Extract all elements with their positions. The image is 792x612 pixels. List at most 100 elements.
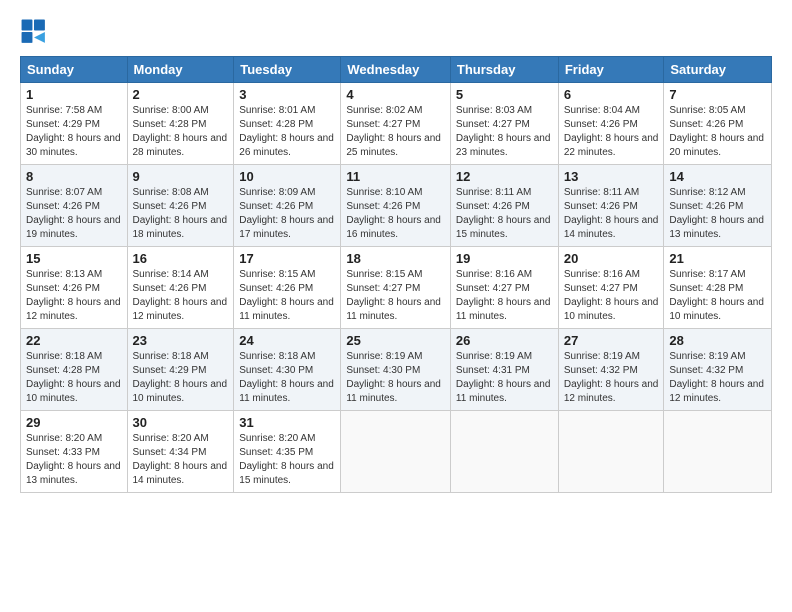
- day-number: 9: [133, 169, 229, 184]
- calendar-cell: 8 Sunrise: 8:07 AM Sunset: 4:26 PM Dayli…: [21, 165, 128, 247]
- day-number: 30: [133, 415, 229, 430]
- day-info: Sunrise: 8:09 AM Sunset: 4:26 PM Dayligh…: [239, 186, 335, 242]
- calendar-cell: 17 Sunrise: 8:15 AM Sunset: 4:26 PM Dayl…: [234, 247, 341, 329]
- calendar-cell: 3 Sunrise: 8:01 AM Sunset: 4:28 PM Dayli…: [234, 83, 341, 165]
- calendar-cell: 9 Sunrise: 8:08 AM Sunset: 4:26 PM Dayli…: [127, 165, 234, 247]
- calendar-week-row: 29 Sunrise: 8:20 AM Sunset: 4:33 PM Dayl…: [21, 411, 772, 493]
- calendar-week-row: 15 Sunrise: 8:13 AM Sunset: 4:26 PM Dayl…: [21, 247, 772, 329]
- day-number: 4: [346, 87, 445, 102]
- day-info: Sunrise: 8:10 AM Sunset: 4:26 PM Dayligh…: [346, 186, 445, 242]
- weekday-header: Monday: [127, 57, 234, 83]
- day-info: Sunrise: 8:15 AM Sunset: 4:26 PM Dayligh…: [239, 268, 335, 324]
- day-info: Sunrise: 8:18 AM Sunset: 4:30 PM Dayligh…: [239, 350, 335, 406]
- day-number: 22: [26, 333, 122, 348]
- calendar-cell: 14 Sunrise: 8:12 AM Sunset: 4:26 PM Dayl…: [664, 165, 772, 247]
- calendar-cell: 27 Sunrise: 8:19 AM Sunset: 4:32 PM Dayl…: [558, 329, 664, 411]
- calendar-table: SundayMondayTuesdayWednesdayThursdayFrid…: [20, 56, 772, 493]
- day-number: 10: [239, 169, 335, 184]
- day-number: 23: [133, 333, 229, 348]
- day-number: 26: [456, 333, 553, 348]
- day-info: Sunrise: 8:13 AM Sunset: 4:26 PM Dayligh…: [26, 268, 122, 324]
- calendar-cell: 20 Sunrise: 8:16 AM Sunset: 4:27 PM Dayl…: [558, 247, 664, 329]
- day-number: 5: [456, 87, 553, 102]
- calendar-cell: 22 Sunrise: 8:18 AM Sunset: 4:28 PM Dayl…: [21, 329, 128, 411]
- calendar-cell: [664, 411, 772, 493]
- day-number: 18: [346, 251, 445, 266]
- calendar-cell: 28 Sunrise: 8:19 AM Sunset: 4:32 PM Dayl…: [664, 329, 772, 411]
- calendar-cell: 4 Sunrise: 8:02 AM Sunset: 4:27 PM Dayli…: [341, 83, 451, 165]
- logo: [20, 18, 52, 46]
- calendar-cell: 19 Sunrise: 8:16 AM Sunset: 4:27 PM Dayl…: [450, 247, 558, 329]
- calendar-cell: 25 Sunrise: 8:19 AM Sunset: 4:30 PM Dayl…: [341, 329, 451, 411]
- calendar-cell: 16 Sunrise: 8:14 AM Sunset: 4:26 PM Dayl…: [127, 247, 234, 329]
- day-info: Sunrise: 8:19 AM Sunset: 4:32 PM Dayligh…: [564, 350, 659, 406]
- weekday-header: Tuesday: [234, 57, 341, 83]
- day-number: 31: [239, 415, 335, 430]
- day-info: Sunrise: 8:03 AM Sunset: 4:27 PM Dayligh…: [456, 104, 553, 160]
- day-info: Sunrise: 8:16 AM Sunset: 4:27 PM Dayligh…: [456, 268, 553, 324]
- day-info: Sunrise: 8:12 AM Sunset: 4:26 PM Dayligh…: [669, 186, 766, 242]
- day-number: 28: [669, 333, 766, 348]
- page-container: SundayMondayTuesdayWednesdayThursdayFrid…: [0, 0, 792, 505]
- weekday-header: Wednesday: [341, 57, 451, 83]
- day-number: 8: [26, 169, 122, 184]
- day-number: 21: [669, 251, 766, 266]
- calendar-cell: 26 Sunrise: 8:19 AM Sunset: 4:31 PM Dayl…: [450, 329, 558, 411]
- day-info: Sunrise: 8:14 AM Sunset: 4:26 PM Dayligh…: [133, 268, 229, 324]
- day-number: 25: [346, 333, 445, 348]
- day-info: Sunrise: 8:18 AM Sunset: 4:29 PM Dayligh…: [133, 350, 229, 406]
- day-info: Sunrise: 8:08 AM Sunset: 4:26 PM Dayligh…: [133, 186, 229, 242]
- calendar-cell: 23 Sunrise: 8:18 AM Sunset: 4:29 PM Dayl…: [127, 329, 234, 411]
- calendar-cell: 1 Sunrise: 7:58 AM Sunset: 4:29 PM Dayli…: [21, 83, 128, 165]
- logo-icon: [20, 18, 48, 46]
- day-info: Sunrise: 8:19 AM Sunset: 4:30 PM Dayligh…: [346, 350, 445, 406]
- calendar-cell: 15 Sunrise: 8:13 AM Sunset: 4:26 PM Dayl…: [21, 247, 128, 329]
- calendar-cell: [450, 411, 558, 493]
- day-number: 24: [239, 333, 335, 348]
- day-info: Sunrise: 8:05 AM Sunset: 4:26 PM Dayligh…: [669, 104, 766, 160]
- day-info: Sunrise: 8:20 AM Sunset: 4:33 PM Dayligh…: [26, 432, 122, 488]
- calendar-cell: 10 Sunrise: 8:09 AM Sunset: 4:26 PM Dayl…: [234, 165, 341, 247]
- calendar-cell: 11 Sunrise: 8:10 AM Sunset: 4:26 PM Dayl…: [341, 165, 451, 247]
- calendar-cell: [341, 411, 451, 493]
- day-number: 27: [564, 333, 659, 348]
- calendar-week-row: 22 Sunrise: 8:18 AM Sunset: 4:28 PM Dayl…: [21, 329, 772, 411]
- day-number: 19: [456, 251, 553, 266]
- weekday-header: Friday: [558, 57, 664, 83]
- day-info: Sunrise: 8:19 AM Sunset: 4:32 PM Dayligh…: [669, 350, 766, 406]
- header: [20, 18, 772, 46]
- day-info: Sunrise: 7:58 AM Sunset: 4:29 PM Dayligh…: [26, 104, 122, 160]
- day-info: Sunrise: 8:04 AM Sunset: 4:26 PM Dayligh…: [564, 104, 659, 160]
- day-info: Sunrise: 8:02 AM Sunset: 4:27 PM Dayligh…: [346, 104, 445, 160]
- calendar-cell: 6 Sunrise: 8:04 AM Sunset: 4:26 PM Dayli…: [558, 83, 664, 165]
- weekday-header: Sunday: [21, 57, 128, 83]
- calendar-cell: 2 Sunrise: 8:00 AM Sunset: 4:28 PM Dayli…: [127, 83, 234, 165]
- calendar-week-row: 8 Sunrise: 8:07 AM Sunset: 4:26 PM Dayli…: [21, 165, 772, 247]
- day-number: 11: [346, 169, 445, 184]
- day-number: 14: [669, 169, 766, 184]
- day-info: Sunrise: 8:16 AM Sunset: 4:27 PM Dayligh…: [564, 268, 659, 324]
- day-info: Sunrise: 8:15 AM Sunset: 4:27 PM Dayligh…: [346, 268, 445, 324]
- calendar-week-row: 1 Sunrise: 7:58 AM Sunset: 4:29 PM Dayli…: [21, 83, 772, 165]
- calendar-cell: 5 Sunrise: 8:03 AM Sunset: 4:27 PM Dayli…: [450, 83, 558, 165]
- day-number: 3: [239, 87, 335, 102]
- day-number: 13: [564, 169, 659, 184]
- calendar-header-row: SundayMondayTuesdayWednesdayThursdayFrid…: [21, 57, 772, 83]
- day-info: Sunrise: 8:18 AM Sunset: 4:28 PM Dayligh…: [26, 350, 122, 406]
- weekday-header: Saturday: [664, 57, 772, 83]
- day-info: Sunrise: 8:20 AM Sunset: 4:35 PM Dayligh…: [239, 432, 335, 488]
- day-info: Sunrise: 8:01 AM Sunset: 4:28 PM Dayligh…: [239, 104, 335, 160]
- day-number: 1: [26, 87, 122, 102]
- calendar-cell: 21 Sunrise: 8:17 AM Sunset: 4:28 PM Dayl…: [664, 247, 772, 329]
- calendar-cell: 31 Sunrise: 8:20 AM Sunset: 4:35 PM Dayl…: [234, 411, 341, 493]
- day-number: 2: [133, 87, 229, 102]
- day-number: 12: [456, 169, 553, 184]
- day-number: 16: [133, 251, 229, 266]
- day-info: Sunrise: 8:11 AM Sunset: 4:26 PM Dayligh…: [456, 186, 553, 242]
- calendar-cell: [558, 411, 664, 493]
- day-info: Sunrise: 8:19 AM Sunset: 4:31 PM Dayligh…: [456, 350, 553, 406]
- calendar-cell: 18 Sunrise: 8:15 AM Sunset: 4:27 PM Dayl…: [341, 247, 451, 329]
- calendar-cell: 7 Sunrise: 8:05 AM Sunset: 4:26 PM Dayli…: [664, 83, 772, 165]
- day-info: Sunrise: 8:20 AM Sunset: 4:34 PM Dayligh…: [133, 432, 229, 488]
- calendar-cell: 24 Sunrise: 8:18 AM Sunset: 4:30 PM Dayl…: [234, 329, 341, 411]
